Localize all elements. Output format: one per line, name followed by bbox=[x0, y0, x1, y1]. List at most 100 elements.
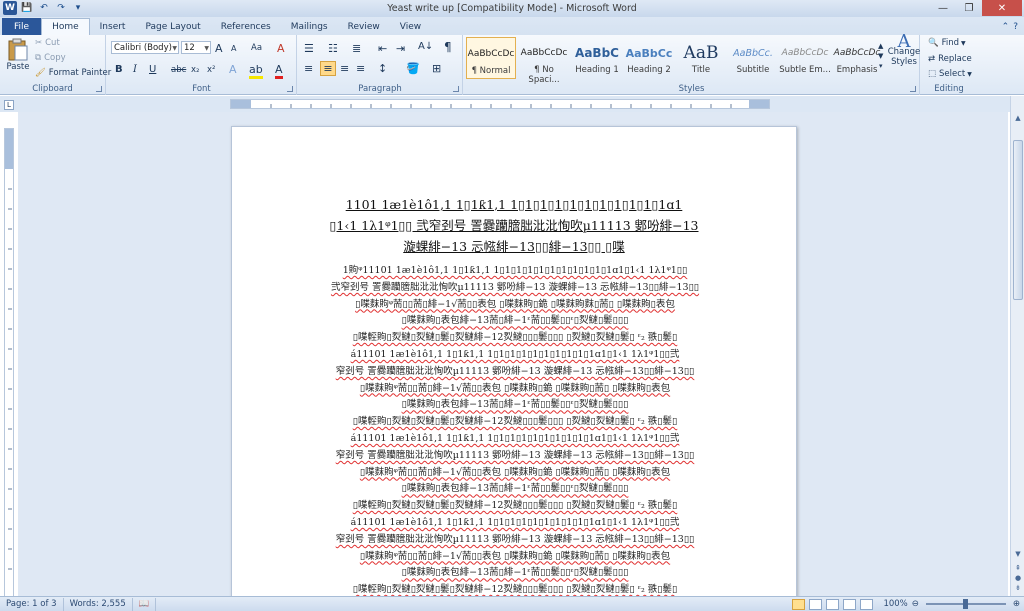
bullets-icon[interactable]: ☰ bbox=[304, 42, 314, 55]
font-launcher-icon[interactable] bbox=[287, 86, 293, 92]
numbering-icon[interactable]: ☷ bbox=[328, 42, 338, 55]
clipboard-launcher-icon[interactable] bbox=[96, 86, 102, 92]
zoom-slider-handle[interactable] bbox=[962, 599, 968, 609]
body-line: ▯喋䴲䝭▯表包緋−13荋▯緋−1ᵋ荋▯▯䰀▯▯ᵋ▯烮䲇▯䰀▯▯▯ bbox=[401, 399, 629, 411]
select-button[interactable]: ⬚ Select ▼ bbox=[928, 69, 972, 79]
scroll-up-icon[interactable]: ▲ bbox=[1011, 112, 1024, 124]
body-line: á11101 1æ1è1ô1‚1 1▯1ƙ1‚1 1▯1▯1▯1▯1▯1▯1▯1… bbox=[350, 348, 680, 360]
change-styles-icon: A bbox=[897, 31, 911, 52]
format-painter-button[interactable]: 🖌 Format Painter bbox=[35, 68, 111, 78]
body-line: á11101 1æ1è1ô1‚1 1▯1ƙ1‚1 1▯1▯1▯1▯1▯1▯1▯1… bbox=[350, 432, 680, 444]
align-right-icon[interactable]: ≡ bbox=[340, 62, 349, 75]
scroll-thumb[interactable] bbox=[1013, 140, 1023, 300]
zoom-slider[interactable] bbox=[925, 599, 1006, 609]
minimize-ribbon-icon[interactable]: ⌃ bbox=[1002, 22, 1010, 32]
align-center-icon[interactable]: ≡ bbox=[320, 61, 336, 76]
style-title[interactable]: AaB Title bbox=[675, 37, 727, 79]
line-spacing-icon[interactable]: ↕ bbox=[378, 62, 387, 75]
zoom-in-icon[interactable]: ⊕ bbox=[1013, 599, 1020, 609]
proofing-icon[interactable]: 📖 bbox=[133, 597, 157, 611]
justify-icon[interactable]: ≡ bbox=[356, 62, 365, 75]
ribbon: Paste ✂ Cut ⧉ Copy 🖌 Format Painter Clip… bbox=[0, 31, 1024, 95]
scroll-down-icon[interactable]: ▼ bbox=[1011, 548, 1024, 560]
underline-button[interactable]: U bbox=[149, 64, 156, 75]
change-styles-button[interactable]: A Change Styles bbox=[887, 31, 921, 68]
style-emphasis[interactable]: AaBbCcDc Emphasis bbox=[831, 37, 883, 79]
styles-launcher-icon[interactable] bbox=[910, 86, 916, 92]
font-family-select[interactable]: Calibri (Body) ▼ bbox=[111, 41, 179, 54]
strikethrough-button[interactable]: abc bbox=[171, 65, 186, 75]
tab-references[interactable]: References bbox=[211, 18, 281, 35]
copy-icon: ⧉ bbox=[35, 53, 42, 63]
horizontal-ruler[interactable] bbox=[230, 99, 770, 109]
tab-home[interactable]: Home bbox=[41, 18, 90, 35]
increase-indent-icon[interactable]: ⇥ bbox=[396, 42, 405, 55]
paste-button[interactable]: Paste bbox=[5, 38, 31, 72]
font-size-select[interactable]: 12 ▼ bbox=[181, 41, 211, 54]
subscript-button[interactable]: x₂ bbox=[191, 65, 199, 75]
shading-icon[interactable]: 🪣 bbox=[406, 62, 420, 75]
editing-group: 🔍 Find ▼ ⇄ Replace ⬚ Select ▼ Editing bbox=[921, 35, 977, 95]
full-screen-reading-icon[interactable] bbox=[809, 598, 823, 610]
style-subtitle[interactable]: AaBbCc. Subtitle bbox=[727, 37, 779, 79]
find-button[interactable]: 🔍 Find ▼ bbox=[928, 38, 966, 48]
change-case-button[interactable]: Aa bbox=[251, 43, 262, 53]
zoom-out-icon[interactable]: ⊖ bbox=[912, 599, 919, 609]
document-body: 1䝭ᵠ11101 1æ1è1ô1‚1 1▯1ƙ1‚1 1▯1▯1▯1▯1▯1▯1… bbox=[290, 263, 740, 596]
page-count[interactable]: Page: 1 of 3 bbox=[0, 597, 64, 611]
style-no-spacing[interactable]: AaBbCcDc ¶ No Spaci... bbox=[518, 37, 570, 85]
sort-button[interactable]: A↓ bbox=[418, 41, 433, 52]
clear-formatting-button[interactable]: A bbox=[277, 42, 285, 55]
show-marks-button[interactable]: ¶ bbox=[444, 40, 452, 54]
grow-font-button[interactable]: A bbox=[215, 42, 223, 55]
tab-page-layout[interactable]: Page Layout bbox=[135, 18, 210, 35]
close-icon[interactable]: ✕ bbox=[982, 0, 1022, 16]
tab-view[interactable]: View bbox=[390, 18, 431, 35]
copy-button[interactable]: ⧉ Copy bbox=[35, 53, 66, 63]
document-page[interactable]: 1101 1æ1è1ô1‚1 1▯1ƙ1‚1 1▯1▯1▯1▯1▯1▯1▯1▯1… bbox=[231, 126, 797, 596]
scissors-icon: ✂ bbox=[35, 38, 43, 48]
font-color-button[interactable]: A bbox=[275, 63, 283, 79]
tab-review[interactable]: Review bbox=[338, 18, 390, 35]
multilevel-list-icon[interactable]: ≣ bbox=[352, 42, 361, 55]
outline-icon[interactable] bbox=[843, 598, 857, 610]
italic-button[interactable]: I bbox=[133, 64, 137, 75]
web-layout-icon[interactable] bbox=[826, 598, 840, 610]
tab-insert[interactable]: Insert bbox=[90, 18, 136, 35]
decrease-indent-icon[interactable]: ⇤ bbox=[378, 42, 387, 55]
tab-file[interactable]: File bbox=[2, 18, 42, 35]
zoom-level[interactable]: 100% bbox=[883, 599, 907, 609]
style-name: Subtle Em... bbox=[779, 65, 831, 75]
shrink-font-button[interactable]: A bbox=[231, 44, 236, 53]
gallery-down-icon: ▼ bbox=[878, 52, 884, 60]
cut-button[interactable]: ✂ Cut bbox=[35, 38, 60, 48]
tab-mailings[interactable]: Mailings bbox=[281, 18, 338, 35]
text-effects-icon[interactable]: A bbox=[229, 63, 237, 76]
align-left-icon[interactable]: ≡ bbox=[304, 62, 313, 75]
superscript-button[interactable]: x² bbox=[207, 65, 215, 75]
vertical-ruler[interactable] bbox=[4, 128, 14, 598]
print-layout-icon[interactable] bbox=[792, 598, 806, 610]
paragraph-group-label: Paragraph bbox=[358, 84, 402, 94]
gallery-scroll[interactable]: ▲ ▼ ▾ bbox=[878, 41, 883, 71]
paragraph-launcher-icon[interactable] bbox=[453, 86, 459, 92]
style-name: ¶ No Spaci... bbox=[528, 65, 560, 85]
bold-button[interactable]: B bbox=[115, 64, 123, 75]
word-count[interactable]: Words: 2,555 bbox=[64, 597, 133, 611]
help-icon[interactable]: ? bbox=[1013, 22, 1018, 32]
tab-selector-icon[interactable]: L bbox=[4, 100, 14, 110]
replace-button[interactable]: ⇄ Replace bbox=[928, 54, 972, 64]
style-heading-2[interactable]: AaBbCc Heading 2 bbox=[623, 37, 675, 79]
body-line: 窄刭号 詈爨躪膪朏沘沘恂吹µ11113 鄋吩緋−13 漩蜾緋−13 忈㡉緋−13… bbox=[335, 533, 695, 545]
draft-icon[interactable] bbox=[860, 598, 874, 610]
style-subtle-emphasis[interactable]: AaBbCcDc Subtle Em... bbox=[779, 37, 831, 79]
highlight-button[interactable]: ab bbox=[249, 63, 263, 79]
next-page-icon[interactable]: ⇟ bbox=[1011, 582, 1024, 594]
maximize-icon[interactable]: ❐ bbox=[956, 0, 982, 16]
vertical-scrollbar[interactable]: ▲ ▼ ⇞ ● ⇟ bbox=[1010, 96, 1024, 596]
minimize-icon[interactable]: — bbox=[930, 0, 956, 16]
style-normal[interactable]: AaBbCcDc ¶ Normal bbox=[466, 37, 516, 79]
borders-icon[interactable]: ⊞ bbox=[432, 62, 441, 75]
style-preview: AaBbC bbox=[575, 46, 619, 60]
style-heading-1[interactable]: AaBbC Heading 1 bbox=[571, 37, 623, 79]
